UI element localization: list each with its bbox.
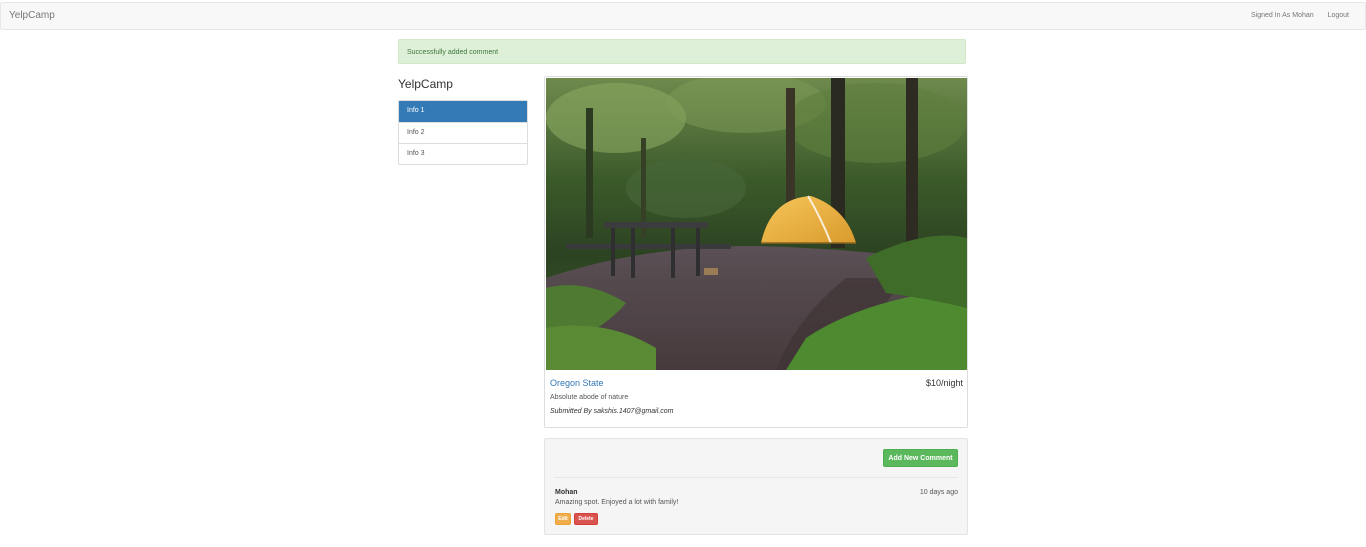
flash-message: Successfully added comment	[407, 49, 499, 56]
campground-submitted-by: Submitted By sakshis.1407@gmail.com	[550, 408, 674, 415]
sidebar-item-info-2[interactable]: Info 2	[399, 122, 527, 143]
campground-price: $10/night	[925, 378, 963, 388]
edit-comment-button[interactable]: Edit	[555, 513, 571, 525]
comment-timestamp: 10 days ago	[919, 489, 958, 496]
logout-link[interactable]: Logout	[1328, 12, 1349, 19]
navbar-right: Signed In As Mohan Logout	[1239, 12, 1349, 19]
campground-name-link[interactable]: Oregon State	[550, 378, 604, 388]
sidebar-item-info-3[interactable]: Info 3	[399, 143, 527, 164]
sidebar-item-info-1[interactable]: Info 1	[399, 101, 527, 122]
campsite-photo	[546, 78, 967, 370]
comments-divider	[554, 477, 958, 478]
sidebar-list: Info 1 Info 2 Info 3	[398, 100, 528, 165]
campground-card: Oregon State $10/night Absolute abode of…	[544, 76, 968, 428]
delete-comment-button[interactable]: Delete	[574, 513, 598, 525]
add-new-comment-button[interactable]: Add New Comment	[883, 449, 958, 467]
sidebar-title: YelpCamp	[398, 77, 453, 91]
comment-author: Mohan	[555, 489, 578, 496]
flash-success-alert: Successfully added comment	[398, 39, 966, 64]
comments-panel: Add New Comment Mohan 10 days ago Amazin…	[544, 438, 968, 535]
navbar-brand[interactable]: YelpCamp	[9, 10, 55, 21]
signed-in-link[interactable]: Signed In As Mohan	[1251, 12, 1314, 19]
navbar: YelpCamp Signed In As Mohan Logout	[0, 2, 1366, 30]
campground-description: Absolute abode of nature	[550, 394, 629, 401]
comment-text: Amazing spot. Enjoyed a lot with family!	[555, 499, 679, 506]
